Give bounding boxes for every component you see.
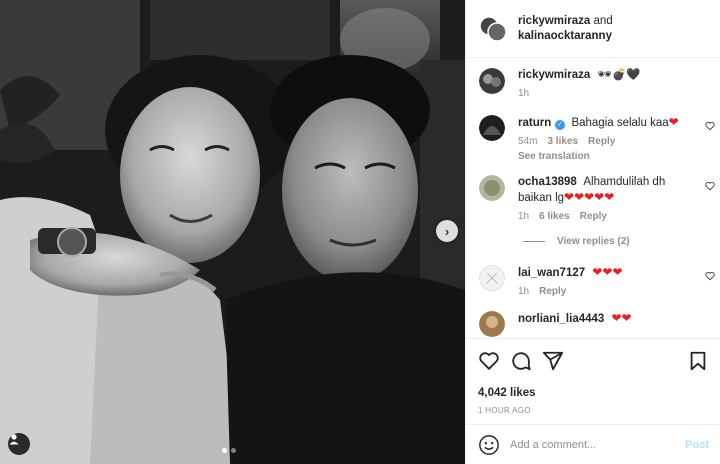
see-translation-link[interactable]: See translation	[518, 151, 693, 162]
like-comment-heart-icon[interactable]	[705, 271, 715, 281]
tagged-users-button[interactable]	[8, 433, 30, 455]
comment-icon[interactable]	[510, 350, 532, 372]
like-comment-heart-icon[interactable]	[705, 121, 715, 131]
comment-username[interactable]: lai_wan7127	[518, 267, 585, 279]
comment-username[interactable]: norliani_lia4443	[518, 313, 604, 325]
comment-emoji: ❤❤❤❤❤	[564, 190, 615, 204]
divider-line	[523, 241, 545, 242]
like-heart-icon[interactable]	[478, 350, 500, 372]
view-replies-label: View replies (2)	[557, 236, 630, 247]
post-authors: rickywmiraza and kalinaocktaranny	[518, 14, 613, 44]
comment-form: Post	[466, 424, 720, 464]
photo-content	[0, 0, 465, 464]
carousel-dot	[231, 448, 236, 453]
view-replies-button[interactable]: View replies (2)	[518, 236, 693, 247]
post-photo[interactable]: ›	[0, 0, 465, 464]
collab-avatar[interactable]	[479, 15, 507, 43]
author-username-1[interactable]: rickywmiraza	[518, 15, 590, 27]
author-username-2[interactable]: kalinaocktaranny	[518, 30, 612, 42]
avatar[interactable]	[479, 175, 505, 201]
reply-button[interactable]: Reply	[539, 286, 566, 297]
post-time: 1 HOUR AGO	[478, 406, 531, 415]
comment-username[interactable]: raturn	[518, 117, 551, 129]
post-header: rickywmiraza and kalinaocktaranny	[466, 0, 720, 58]
chevron-right-icon: ›	[444, 223, 450, 239]
comment-time: 1h	[518, 211, 530, 222]
comment-emoji: ❤❤	[611, 311, 632, 325]
comment-item: raturn ✓ Bahagia selalu kaa❤ 54m 3 likes …	[466, 115, 720, 162]
comment-emoji: ❤	[668, 115, 679, 129]
verified-badge-icon: ✓	[555, 120, 566, 130]
comment-item: norliani_lia4443 ❤❤	[466, 311, 720, 337]
carousel-indicator	[222, 448, 236, 453]
likes-count[interactable]: 4,042 likes	[478, 387, 709, 399]
comment-likes[interactable]: 6 likes	[539, 211, 570, 222]
comment-item: lai_wan7127 ❤❤❤ 1h Reply	[466, 265, 720, 297]
comments-list[interactable]: rickywmiraza 🕶💣🖤 1h raturn ✓ Bahagia sela…	[466, 59, 720, 339]
avatar[interactable]	[479, 311, 505, 337]
comment-likes[interactable]: 3 likes	[547, 136, 578, 147]
comment-time: 54m	[518, 136, 538, 147]
next-photo-button[interactable]: ›	[436, 220, 458, 242]
emoji-icon[interactable]	[478, 434, 500, 456]
post-actions: 4,042 likes 1 HOUR AGO	[466, 338, 720, 415]
share-icon[interactable]	[542, 350, 564, 372]
comment-input[interactable]	[510, 438, 686, 451]
avatar[interactable]	[479, 68, 505, 94]
avatar[interactable]	[479, 265, 505, 291]
post-sidebar: rickywmiraza and kalinaocktaranny rickyw…	[465, 0, 720, 464]
post-comment-button[interactable]: Post	[685, 439, 709, 451]
carousel-dot-active	[222, 448, 227, 453]
author-conjunction: and	[593, 14, 613, 27]
person-icon	[9, 434, 19, 445]
comment-username[interactable]: ocha13898	[518, 176, 577, 188]
reply-button[interactable]: Reply	[588, 136, 615, 147]
comment-emoji: ❤❤❤	[592, 265, 623, 279]
caption: rickywmiraza 🕶💣🖤 1h	[466, 68, 720, 99]
bookmark-icon[interactable]	[687, 350, 709, 372]
action-bar	[478, 349, 709, 373]
avatar[interactable]	[479, 115, 505, 141]
caption-text: 🕶💣🖤	[597, 69, 641, 81]
like-comment-heart-icon[interactable]	[705, 181, 715, 191]
comment-time: 1h	[518, 286, 530, 297]
reply-button[interactable]: Reply	[580, 211, 607, 222]
caption-username[interactable]: rickywmiraza	[518, 69, 590, 81]
comment-text: Bahagia selalu kaa	[571, 117, 669, 129]
caption-time: 1h	[518, 88, 530, 99]
comment-item: ocha13898 Alhamdulilah dh baikan lg❤❤❤❤❤…	[466, 175, 720, 247]
